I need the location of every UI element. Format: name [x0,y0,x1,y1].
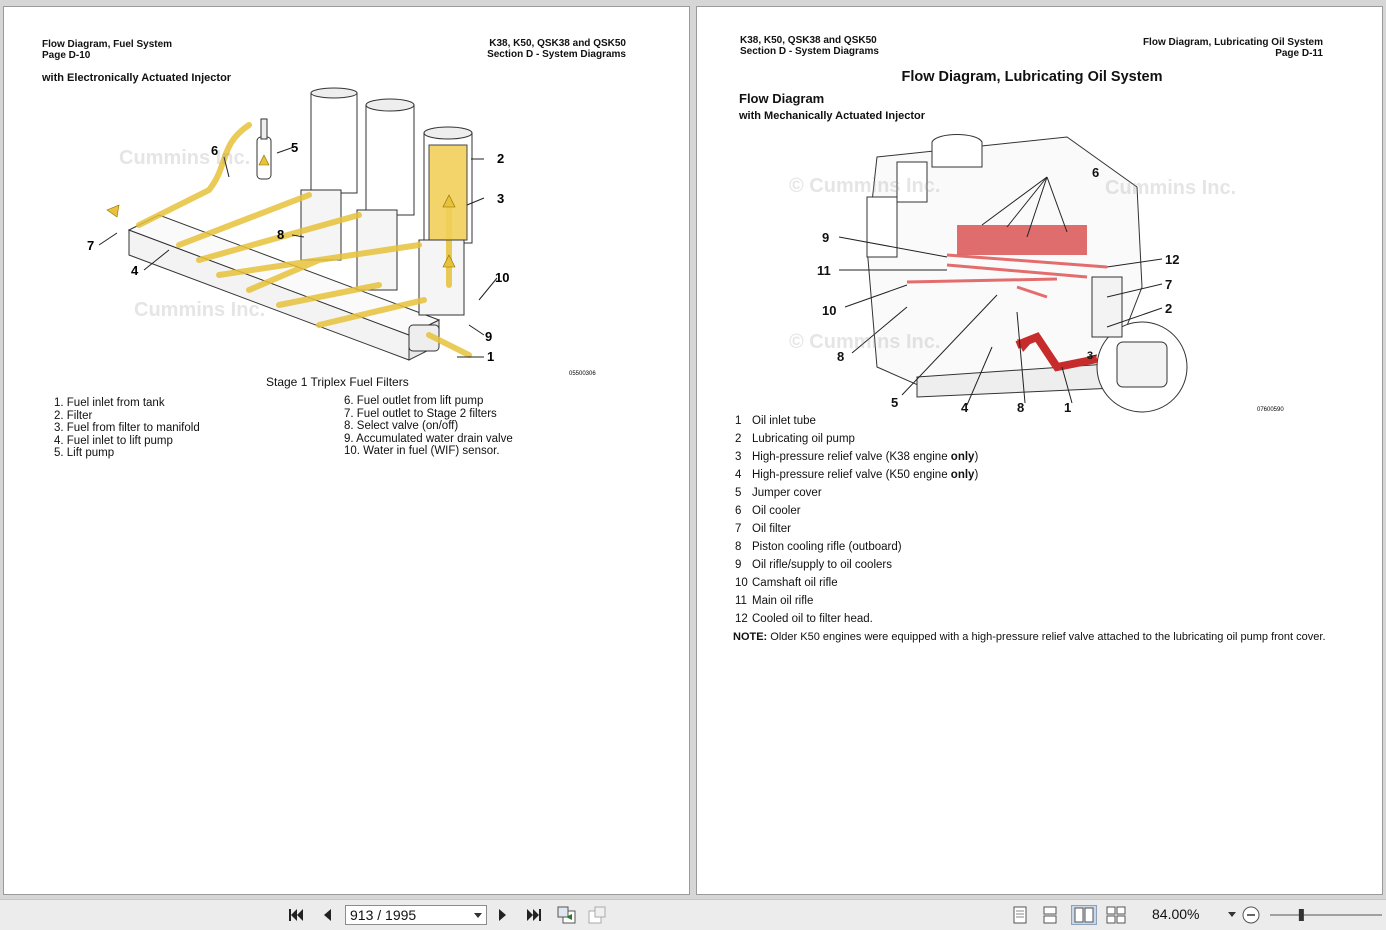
callout-8: 8 [277,227,284,242]
callout-1: 1 [487,349,494,364]
legend-item: 7 Oil filter [735,523,791,535]
callout-11: 11 [817,263,831,278]
right-header-left: K38, K50, QSK38 and QSK50 Section D - Sy… [740,35,879,57]
left-page: Flow Diagram, Fuel System Page D-10 K38,… [3,6,690,895]
legend-item: 1 Oil inlet tube [735,415,816,427]
continuous-page-view-icon[interactable] [1040,905,1060,925]
left-header-section: Section D - System Diagrams [487,49,626,60]
note-text: Older K50 engines were equipped with a h… [767,631,1326,643]
legend-item: 4 High-pressure relief valve (K50 engine … [735,469,979,481]
legend-item: 5. Lift pump [54,447,115,459]
legend-item: 7. Fuel outlet to Stage 2 filters [344,407,497,420]
right-subtitle: with Mechanically Actuated Injector [739,110,926,122]
right-header-right: Flow Diagram, Lubricating Oil System Pag… [1143,37,1323,59]
watermark: © Cummins Inc. [789,175,941,197]
facing-pages-view-icon[interactable] [1071,905,1097,925]
left-header-page: Page D-10 [42,50,91,61]
callout-9: 9 [485,329,492,344]
callout-7: 7 [87,238,94,253]
right-header-section: Section D - System Diagrams [740,46,879,57]
callout-2: 2 [1165,301,1172,316]
page-title: Flow Diagram, Lubricating Oil System [901,69,1163,85]
zoom-slider-thumb[interactable] [1298,909,1304,921]
right-header-engines: K38, K50, QSK38 and QSK50 [740,35,877,46]
zoom-level: 84.00% [1152,906,1200,922]
legend-item: 3 High-pressure relief valve (K38 engine … [735,451,979,463]
figure-id: 05500306 [569,371,596,375]
lube-legend: 1 Oil inlet tube 2 Lubricating oil pump 3H… [735,412,978,628]
page-number-input[interactable]: 913 / 1995 [345,905,487,925]
chevron-down-icon[interactable] [474,913,482,918]
callout-9: 9 [822,230,829,245]
section-heading: Flow Diagram [739,91,825,106]
legend-item: 12 Cooled oil to filter head. [735,613,873,625]
fuel-system-diagram: 6 5 2 3 7 8 4 10 9 1 05500306 [87,87,596,375]
callout-12: 12 [1165,252,1179,267]
legend-item: 1. Fuel inlet from tank [54,397,165,409]
legend-item: 9. Accumulated water drain valve [344,432,513,445]
zoom-slider[interactable] [1268,905,1384,925]
next-page-icon[interactable] [494,905,512,925]
callout-8b: 8 [1017,400,1024,415]
figure-id: 07600590 [1257,407,1284,413]
watermark: Cummins Inc. [134,299,266,321]
first-page-icon[interactable] [286,905,306,925]
callout-3: 3 [1087,350,1093,362]
callout-4: 4 [131,263,139,278]
callout-3: 3 [497,191,504,206]
note-label: NOTE: [733,631,768,643]
go-back-view-icon[interactable] [554,905,578,925]
legend-left: 1. Fuel inlet from tank 2. Filter 3. Fue… [54,397,200,460]
single-page-view-icon[interactable] [1010,905,1030,925]
left-header-title: Flow Diagram, Fuel System [42,39,173,50]
lube-oil-diagram: 6 9 11 10 12 7 2 8 3 5 4 8 1 07600590 [817,134,1284,415]
right-page: K38, K50, QSK38 and QSK50 Section D - Sy… [696,6,1383,895]
left-header-engines: K38, K50, QSK38 and QSK50 [489,38,626,49]
watermark: Cummins Inc. [1105,177,1237,199]
page-number-value: 913 / 1995 [350,907,417,923]
previous-page-icon[interactable] [318,905,336,925]
legend-item: 2. Filter [54,409,93,422]
viewer-toolbar: 913 / 1995 84.00% [0,899,1386,930]
legend-item: 11 Main oil rifle [735,595,814,607]
callout-5: 5 [891,395,898,410]
callout-6: 6 [1092,165,1099,180]
callout-2: 2 [497,151,504,166]
figure-caption: Stage 1 Triplex Fuel Filters [266,375,409,389]
right-header-page: Page D-11 [1275,48,1323,59]
callout-7: 7 [1165,277,1172,292]
right-header-title: Flow Diagram, Lubricating Oil System [1142,37,1323,48]
legend-item: 4. Fuel inlet to lift pump [54,434,173,447]
legend-right: 6. Fuel outlet from lift pump 7. Fuel ou… [344,395,513,458]
watermark: Cummins Inc. [119,147,251,169]
legend-item: 6 Oil cooler [735,505,801,517]
legend-item: 9 Oil rifle/supply to oil coolers [735,559,892,571]
legend-item: 2 Lubricating oil pump [735,433,855,445]
legend-item: 10 Camshaft oil rifle [735,577,838,589]
continuous-facing-view-icon[interactable] [1104,905,1128,925]
callout-10: 10 [822,303,836,318]
legend-item: 10. Water in fuel (WIF) sensor. [344,445,500,457]
legend-item: 3. Fuel from filter to manifold [54,422,200,434]
callout-10: 10 [495,270,509,285]
callout-5: 5 [291,140,298,155]
legend-item: 8 Piston cooling rifle (outboard) [735,541,902,553]
left-subtitle: with Electronically Actuated Injector [42,72,232,84]
go-forward-view-icon[interactable] [586,905,610,925]
last-page-icon[interactable] [523,905,545,925]
note: NOTE: Older K50 engines were equipped wi… [733,631,1333,644]
callout-1: 1 [1064,400,1071,415]
zoom-out-icon[interactable] [1241,905,1261,925]
legend-item: 8. Select valve (on/off) [344,420,459,432]
zoom-dropdown-icon[interactable] [1226,905,1238,925]
left-header-right: K38, K50, QSK38 and QSK50 Section D - Sy… [487,38,626,60]
left-header-left: Flow Diagram, Fuel System Page D-10 [42,39,172,61]
legend-item: 5 Jumper cover [735,487,822,499]
legend-item: 6. Fuel outlet from lift pump [344,395,484,407]
watermark: © Cummins Inc. [789,331,941,353]
